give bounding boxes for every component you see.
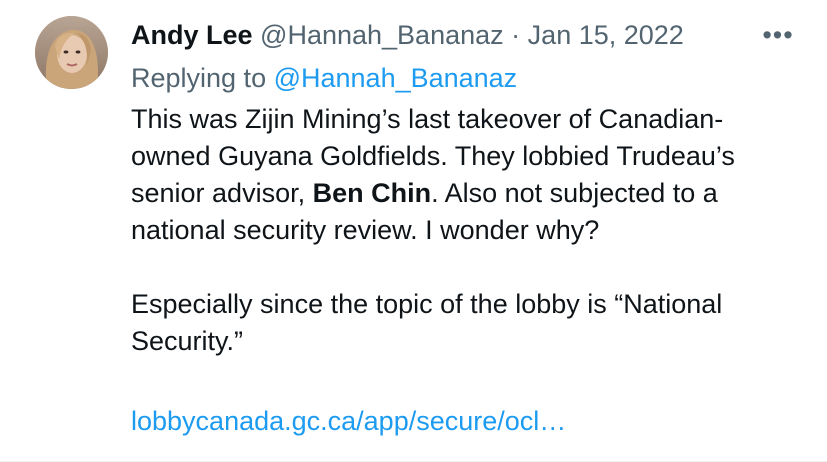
- meta-separator: ·: [511, 20, 521, 50]
- tweet-card[interactable]: Andy Lee @Hannah_Bananaz · Jan 15, 2022 …: [0, 0, 827, 462]
- author-handle[interactable]: @Hannah_Bananaz: [260, 20, 504, 50]
- more-options-icon[interactable]: •••: [758, 20, 798, 50]
- tweet-text: This was Zijin Mining’s last takeover of…: [131, 101, 791, 360]
- replying-prefix: Replying to: [131, 63, 274, 93]
- author-name[interactable]: Andy Lee: [131, 20, 253, 50]
- tweet-date[interactable]: Jan 15, 2022: [528, 20, 684, 50]
- tweet-paragraph-2: Especially since the topic of the lobby …: [131, 289, 723, 356]
- reply-target-link[interactable]: @Hannah_Bananaz: [274, 63, 518, 93]
- avatar-image: [35, 16, 108, 89]
- tweet-text-bold: Ben Chin: [312, 178, 432, 208]
- tweet-header: Andy Lee @Hannah_Bananaz · Jan 15, 2022: [131, 18, 737, 52]
- replying-to: Replying to @Hannah_Bananaz: [131, 61, 517, 95]
- tweet-paragraph-1: This was Zijin Mining’s last takeover of…: [131, 101, 791, 249]
- avatar[interactable]: [35, 16, 108, 89]
- tweet-link[interactable]: lobbycanada.gc.ca/app/secure/ocl…: [131, 403, 566, 440]
